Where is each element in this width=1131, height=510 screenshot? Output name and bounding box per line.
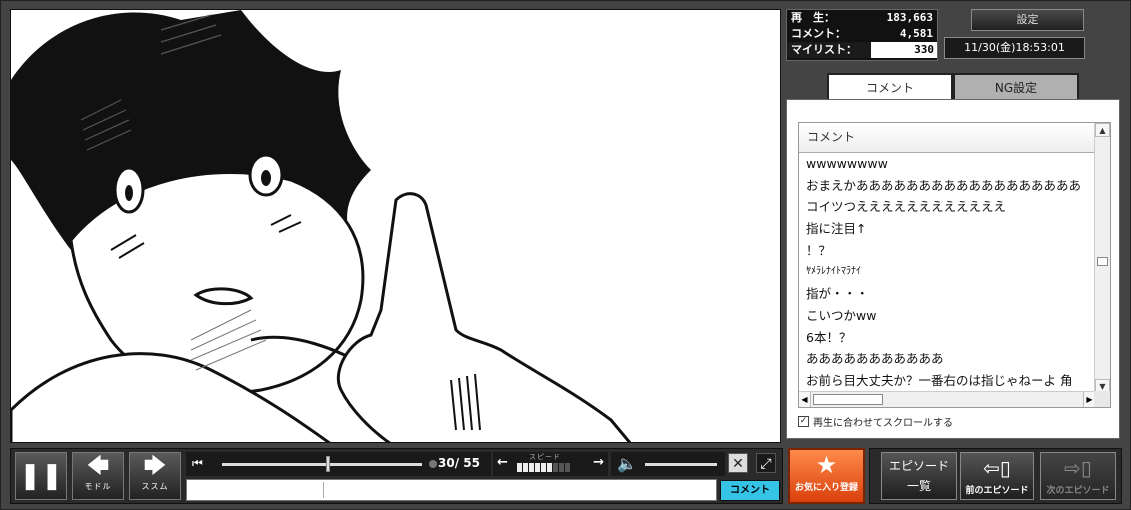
comment-row[interactable]: 指に注目↑ [799,218,1095,240]
comment-row[interactable]: 指が・・・ [799,283,1095,305]
speed-level-segment [541,463,546,472]
star-icon: ★ [815,451,838,479]
speed-level-segment [517,463,522,472]
comment-list[interactable]: コメント wwwwwwww おまえかああああああああああああああああああ コイツ… [798,122,1111,408]
episode-list-line2: 一覧 [906,479,931,493]
sync-scroll-option[interactable]: ✓ 再生に合わせてスクロールする [798,414,953,429]
next-episode-button[interactable]: ⇨▯ 次のエピソード [1040,452,1116,500]
favorite-label: お気に入り登録 [794,483,858,493]
comments-row: コメント： 4,581 [787,26,937,42]
forward-button[interactable]: 🡆 ススム [129,452,181,500]
episode-list-button[interactable]: エピソード 一覧 [881,452,957,500]
comment-row[interactable]: ！？ [799,240,1095,262]
episode-nav: エピソード 一覧 ⇦▯ 前のエピソード ⇨▯ 次のエピソード [869,448,1122,504]
mylist-row: マイリスト： 330 [787,42,937,58]
seek-bar[interactable]: ⏮ 30/ 55 [186,452,491,476]
arrow-right-icon: 🡆 [143,454,167,479]
speed-level-segment [535,463,540,472]
forward-label: ススム [141,482,169,491]
speed-level-segment [529,463,534,472]
speed-down-icon[interactable]: ← [497,455,508,470]
speed-up-icon[interactable]: → [593,455,604,470]
comment-row[interactable]: wwwwwwww [799,153,1095,175]
mylist-label: マイリスト： [791,43,857,56]
player-controls: ❚❚ 🡄 モドル 🡆 ススム ⏮ 30/ 55 ← スピード → 🔈 ✕ ⤢ コ… [10,448,783,504]
stats-panel: 再 生： 183,663 コメント： 4,581 マイリスト： 330 [786,9,938,61]
horizontal-scrollbar[interactable]: ◀ ▶ [799,391,1095,407]
next-episode-label: 次のエピソード [1046,486,1110,496]
time-display: 30/ 55 [438,456,480,470]
comment-row[interactable]: おまえかああああああああああああああああああ [799,175,1095,197]
back-label: モドル [84,482,112,491]
comment-panel: コメント wwwwwwww おまえかああああああああああああああああああ コイツ… [786,99,1120,439]
sync-scroll-checkbox[interactable]: ✓ [798,416,809,427]
comment-row[interactable]: あああああああああああ [799,348,1095,370]
scroll-up-icon[interactable]: ▲ [1095,123,1110,137]
comment-row[interactable]: 6本！？ [799,327,1095,349]
comments-count: 4,581 [899,27,933,40]
manga-frame-illustration [11,10,780,442]
pause-button[interactable]: ❚❚ [15,452,67,500]
comment-input[interactable] [186,479,717,501]
vertical-scroll-thumb[interactable] [1097,257,1108,266]
settings-button[interactable]: 設定 [971,9,1084,31]
fullscreen-icon[interactable]: ⤢ [756,453,776,473]
prev-episode-icon: ⇦▯ [983,456,1011,480]
back-button[interactable]: 🡄 モドル [72,452,124,500]
pause-icon: ❚❚ [19,461,63,491]
comment-submit-button[interactable]: コメント [720,480,780,501]
comment-row[interactable]: お前ら目大丈夫か？一番右のは指じゃねーよ 角 [799,370,1095,392]
mylist-count: 330 [871,42,937,58]
speed-level-segment [553,463,558,472]
arrow-left-icon: 🡄 [86,454,110,479]
next-episode-icon: ⇨▯ [1064,456,1092,480]
player-frame: 再 生： 183,663 コメント： 4,581 マイリスト： 330 設定 1… [0,0,1131,510]
seek-dot [429,460,437,468]
command-divider [323,482,324,498]
comment-row[interactable]: ﾔﾒﾗﾚﾅｲﾄﾏﾗﾅｲ [799,261,1095,283]
skip-to-start-icon[interactable]: ⏮ [192,456,203,471]
views-row: 再 生： 183,663 [787,10,937,26]
speed-level-segment [547,463,552,472]
ng-toggle-icon[interactable]: ✕ [728,453,748,473]
speed-label: スピード [529,453,561,461]
vertical-scrollbar[interactable]: ▲ ▼ [1094,123,1110,393]
favorite-button[interactable]: ★ お気に入り登録 [788,448,865,504]
scroll-corner [1094,391,1110,407]
tab-ng-settings[interactable]: NG設定 [953,73,1079,101]
sync-scroll-label: 再生に合わせてスクロールする [813,418,953,429]
tab-comment[interactable]: コメント [827,73,953,101]
speaker-icon[interactable]: 🔈 [617,454,637,473]
prev-episode-button[interactable]: ⇦▯ 前のエピソード [960,452,1034,500]
speed-level-segment [523,463,528,472]
comments-label: コメント： [791,27,846,40]
episode-list-line1: エピソード [888,459,949,473]
comment-list-header[interactable]: コメント [799,123,1110,153]
comment-row[interactable]: コイツつええええええええええええ [799,196,1095,218]
seek-handle[interactable] [326,456,330,472]
comment-rows: wwwwwwww おまえかああああああああああああああああああ コイツつええええ… [799,153,1095,393]
datetime-display: 11/30(金)18:53:01 [944,37,1085,59]
volume-control[interactable]: 🔈 [611,452,725,476]
views-count: 183,663 [886,11,933,24]
horizontal-scroll-thumb[interactable] [813,394,883,405]
views-label: 再 生： [791,11,835,24]
speed-control[interactable]: ← スピード → [493,452,608,476]
scroll-left-icon[interactable]: ◀ [799,392,811,407]
speed-level-segment [559,463,564,472]
speed-level-segment [565,463,570,472]
speed-level-bars [517,463,570,472]
comment-row[interactable]: こいつかww [799,305,1095,327]
volume-slider[interactable] [645,463,717,466]
prev-episode-label: 前のエピソード [965,486,1029,496]
seek-track[interactable] [222,463,422,466]
video-area[interactable] [10,9,781,443]
